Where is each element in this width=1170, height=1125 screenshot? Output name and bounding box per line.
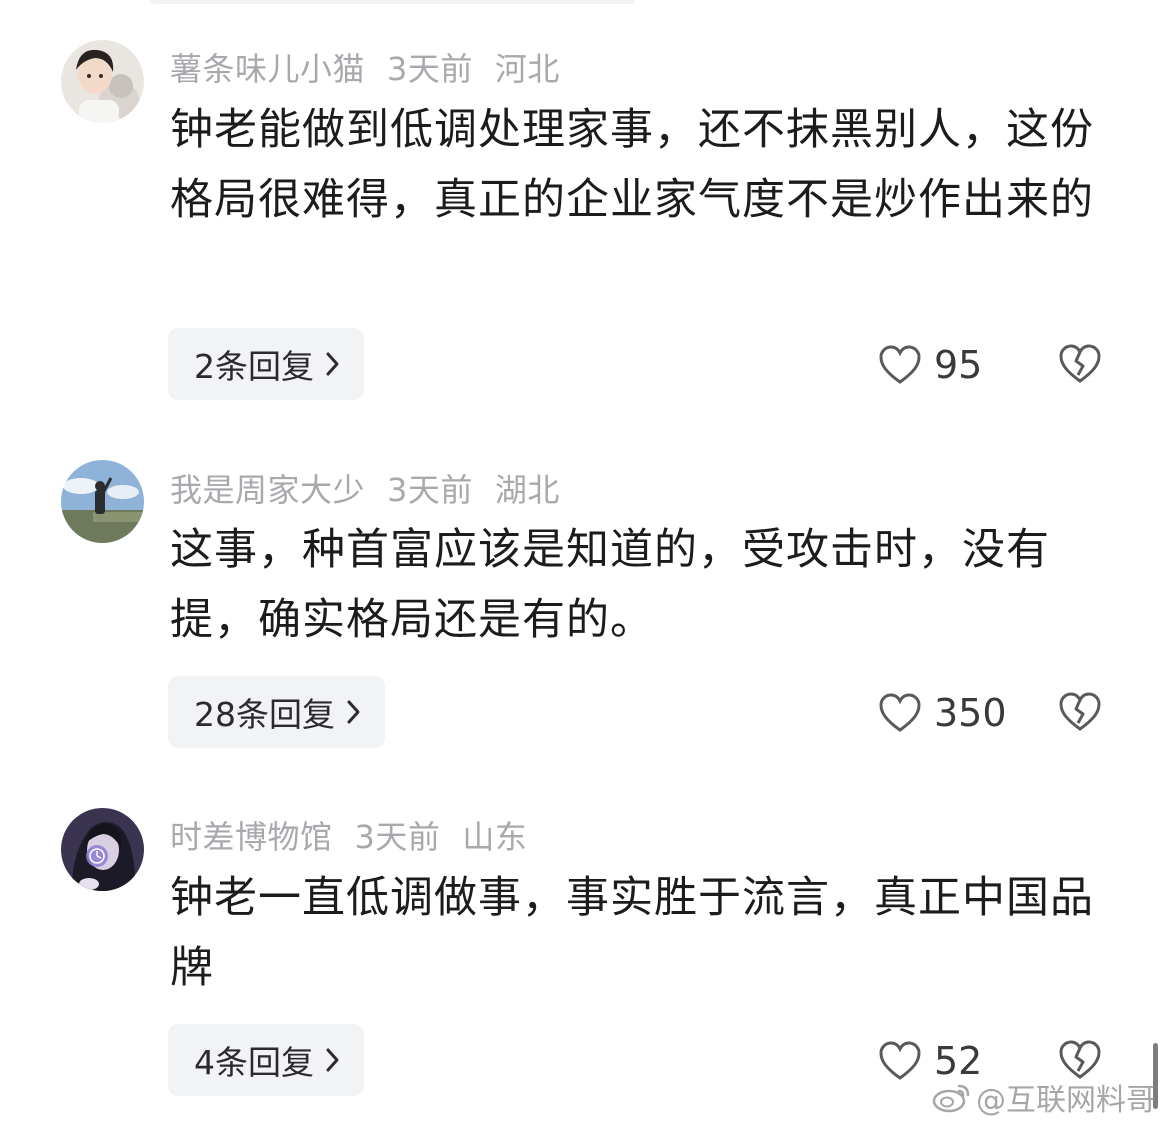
- timestamp: 3天前: [354, 818, 441, 856]
- chevron-right-icon: [326, 352, 339, 376]
- comment-meta: 我是周家大少 3天前 湖北: [170, 465, 582, 511]
- dislike-button[interactable]: [1058, 343, 1102, 389]
- heart-outline-icon: [879, 693, 921, 732]
- heart-outline-icon: [879, 345, 921, 384]
- like-button[interactable]: 95: [878, 343, 982, 387]
- replies-label: 4条回复: [194, 1043, 314, 1082]
- comment-meta: 时差博物馆 3天前 山东: [170, 812, 549, 858]
- comment-meta: 薯条味儿小猫 3天前 河北: [170, 44, 582, 90]
- username[interactable]: 薯条味儿小猫: [170, 50, 365, 88]
- location: 湖北: [494, 471, 560, 509]
- like-count: 95: [934, 343, 983, 387]
- timestamp: 3天前: [387, 471, 473, 509]
- watermark-text: @互联网料哥: [976, 1083, 1156, 1118]
- replies-label: 2条回复: [194, 347, 314, 386]
- dislike-button[interactable]: [1058, 691, 1102, 737]
- weibo-logo-icon: [932, 1084, 970, 1113]
- view-replies-button[interactable]: 4条回复: [168, 1024, 364, 1096]
- chevron-right-icon: [326, 1048, 339, 1072]
- broken-heart-icon: [1059, 692, 1101, 731]
- heart-outline-icon: [879, 1041, 921, 1080]
- comment-text: 这事，种首富应该是知道的，受攻击时，没有提，确实格局还是有的。: [170, 525, 1050, 645]
- username[interactable]: 时差博物馆: [170, 818, 333, 856]
- previous-input-edge: [355, 0, 635, 4]
- location: 河北: [494, 50, 560, 88]
- replies-label: 28条回复: [194, 695, 335, 734]
- location: 山东: [462, 818, 528, 856]
- avatar[interactable]: [61, 460, 144, 543]
- watermark: @互联网料哥: [932, 1075, 1156, 1119]
- comment-text: 钟老一直低调做事，事实胜于流言，真正中国品牌: [170, 873, 1094, 993]
- username[interactable]: 我是周家大少: [170, 471, 365, 509]
- chevron-right-icon: [347, 700, 360, 724]
- avatar[interactable]: [61, 808, 144, 891]
- like-count: 350: [934, 691, 1007, 735]
- view-replies-button[interactable]: 2条回复: [168, 328, 364, 400]
- avatar[interactable]: [61, 40, 144, 123]
- broken-heart-icon: [1059, 344, 1101, 383]
- like-button[interactable]: 350: [878, 691, 1007, 735]
- timestamp: 3天前: [387, 50, 473, 88]
- view-replies-button[interactable]: 28条回复: [168, 676, 385, 748]
- comment-text: 钟老能做到低调处理家事，还不抹黑别人，这份格局很难得，真正的企业家气度不是炒作出…: [170, 105, 1094, 225]
